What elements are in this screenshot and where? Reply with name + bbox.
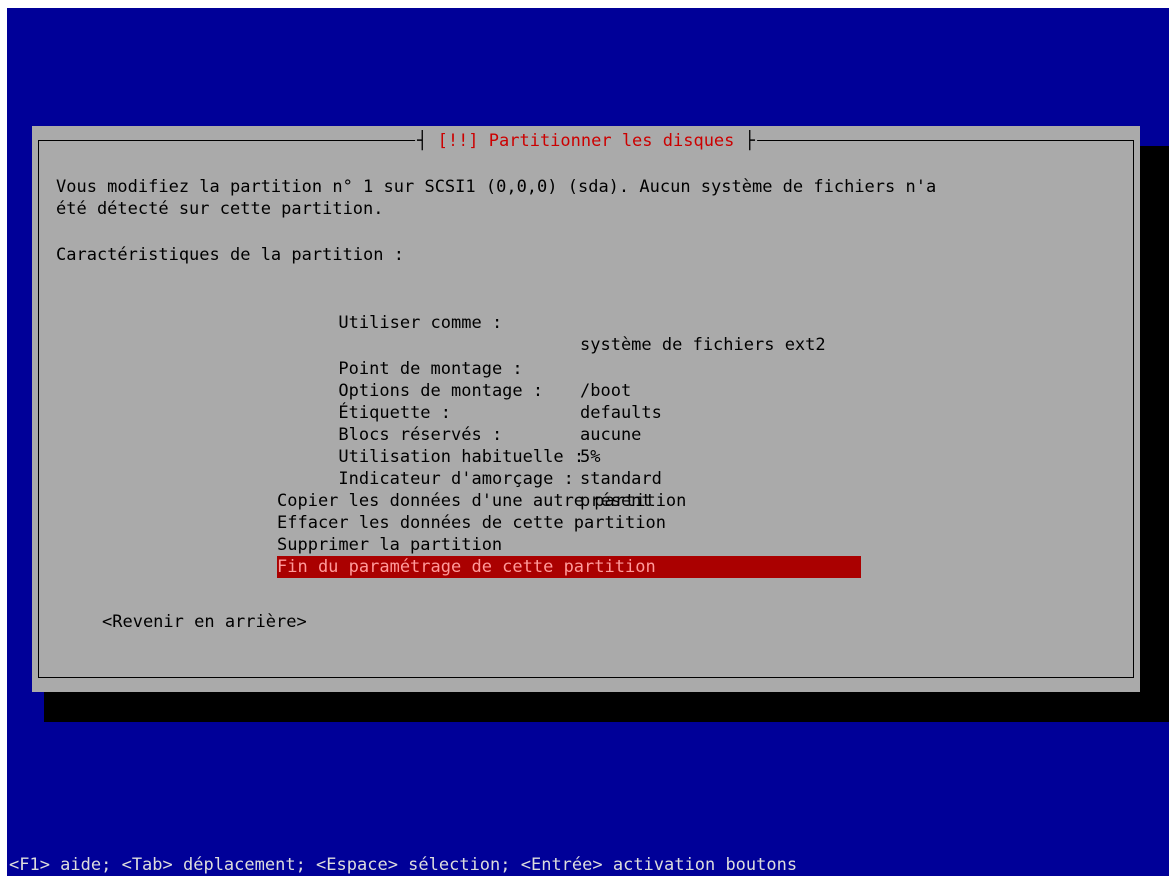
dialog-title: ┤ [!!] Partitionner les disques ├: [415, 130, 757, 152]
property-value: standard: [580, 469, 662, 489]
property-value: système de fichiers ext2: [580, 335, 826, 355]
property-value: /boot: [580, 381, 632, 401]
intro-text-line-1: Vous modifiez la partition n° 1 sur SCSI…: [56, 177, 937, 197]
property-label: Indicateur d'amorçage :: [338, 469, 574, 489]
partition-dialog: ┤ [!!] Partitionner les disques ├ Vous m…: [32, 126, 1140, 692]
property-value: defaults: [580, 403, 662, 423]
action-copy-data[interactable]: Copier les données d'une autre partition: [277, 490, 686, 512]
action-delete-partition[interactable]: Supprimer la partition: [277, 534, 502, 556]
section-heading: Caractéristiques de la partition :: [56, 245, 404, 265]
back-button[interactable]: <Revenir en arrière>: [102, 611, 307, 633]
action-erase-data[interactable]: Effacer les données de cette partition: [277, 512, 666, 534]
installer-screen: ┤ [!!] Partitionner les disques ├ Vous m…: [7, 8, 1169, 876]
intro-text-line-2: été détecté sur cette partition.: [56, 199, 384, 219]
dialog-title-text: [!!] Partitionner les disques: [437, 131, 735, 151]
property-value: aucune: [580, 425, 642, 445]
action-done-setting-up[interactable]: Fin du paramétrage de cette partition: [277, 556, 861, 578]
status-bar: <F1> aide; <Tab> déplacement; <Espace> s…: [9, 855, 798, 875]
property-label: Utiliser comme :: [338, 313, 503, 333]
